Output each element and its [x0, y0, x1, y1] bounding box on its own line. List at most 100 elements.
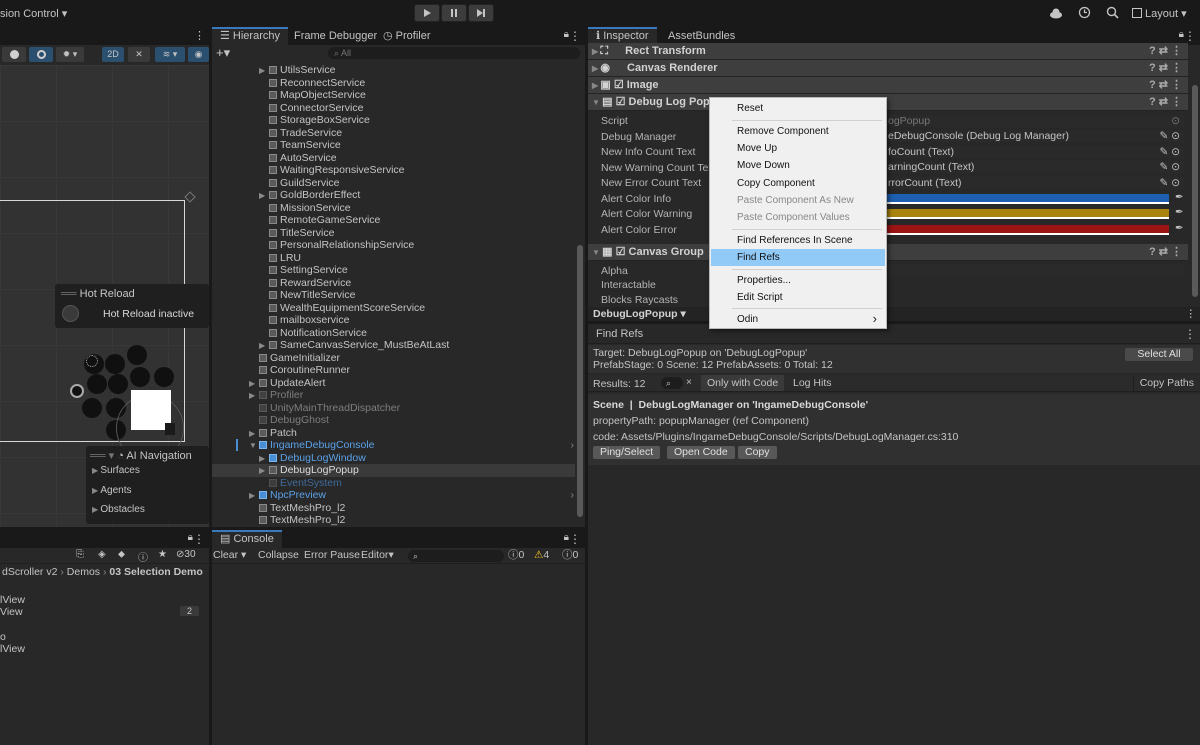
- menu-item-move-up[interactable]: Move Up: [737, 143, 777, 154]
- component-debug-log-popup[interactable]: ▼ ▤ ☑ Debug Log Popup? ⇄ ⋮: [588, 94, 1188, 111]
- hierarchy-item[interactable]: ▶ SameCanvasService_MustBeAtLast: [259, 339, 449, 352]
- warning-count-toggle[interactable]: ⚠4: [534, 548, 549, 563]
- log-count-toggle[interactable]: ⓘ0: [508, 548, 524, 563]
- search-icon[interactable]: [1106, 6, 1119, 19]
- breadcrumb-item[interactable]: dScroller v2: [2, 566, 57, 578]
- eyedropper-icon[interactable]: ✒: [1175, 207, 1183, 218]
- ai-nav-item[interactable]: ▶ Agents: [92, 485, 132, 496]
- visibility-button[interactable]: ◉: [188, 47, 209, 62]
- component-settings-icon[interactable]: ? ⇄ ⋮: [1149, 94, 1182, 111]
- shading-button[interactable]: [2, 47, 26, 62]
- color-field-error[interactable]: [887, 225, 1169, 235]
- star-icon[interactable]: ★: [158, 549, 167, 560]
- editor-dropdown[interactable]: Editor▾: [360, 548, 395, 563]
- hierarchy-item[interactable]: ▶ GoldBorderEffect: [259, 189, 360, 202]
- component-settings-icon[interactable]: ? ⇄ ⋮: [1149, 43, 1182, 60]
- clear-button[interactable]: Clear ▾: [212, 548, 247, 563]
- component-settings-icon[interactable]: ? ⇄ ⋮: [1149, 60, 1182, 77]
- tab-frame-debugger[interactable]: Frame Debugger: [286, 27, 385, 45]
- prop-new-warning-field[interactable]: arningCount (Text) ✎ ⊙: [888, 161, 1184, 173]
- error-pause-toggle[interactable]: Error Pause: [303, 548, 361, 563]
- menu-item-remove-component[interactable]: Remove Component: [737, 126, 829, 137]
- more-icon[interactable]: ⋮: [193, 532, 205, 546]
- object-picker-icon[interactable]: ✎ ⊙: [1159, 146, 1180, 158]
- prop-new-info-field[interactable]: foCount (Text) ✎ ⊙: [888, 146, 1184, 158]
- hierarchy-item[interactable]: NotificationService: [269, 327, 367, 340]
- hierarchy-item-prefab[interactable]: ▶ NpcPreview ›: [249, 489, 574, 502]
- object-picker-icon[interactable]: ✎ ⊙: [1159, 161, 1180, 173]
- hierarchy-item[interactable]: SettingService: [269, 264, 348, 277]
- menu-item-find-refs[interactable]: Find Refs: [737, 252, 780, 263]
- color-field-info[interactable]: [887, 194, 1169, 204]
- hierarchy-item[interactable]: CoroutineRunner: [259, 364, 350, 377]
- clear-search-button[interactable]: ×: [686, 377, 692, 388]
- mode-2d-button[interactable]: 2D: [102, 47, 124, 62]
- hierarchy-item[interactable]: PersonalRelationshipService: [269, 239, 414, 252]
- search-by-type-icon[interactable]: ⎘: [76, 549, 84, 560]
- hierarchy-item[interactable]: LRU: [269, 252, 301, 265]
- ai-nav-item[interactable]: ▶ Obstacles: [92, 504, 145, 515]
- object-picker-icon[interactable]: ✎ ⊙: [1159, 130, 1180, 142]
- only-with-code-toggle[interactable]: Only with Code: [701, 375, 785, 391]
- hierarchy-item-disabled[interactable]: UnityMainThreadDispatcher: [259, 402, 400, 415]
- component-canvas-group[interactable]: ▼ ▦ ☑ Canvas Group? ⇄ ⋮: [588, 244, 1188, 261]
- project-item[interactable]: lView: [0, 643, 25, 655]
- component-settings-icon[interactable]: ? ⇄ ⋮: [1149, 244, 1182, 261]
- results-search[interactable]: ⌕: [661, 377, 683, 389]
- hierarchy-item[interactable]: ▶ UpdateAlert: [249, 377, 325, 390]
- hierarchy-item-prefab[interactable]: ▼ IngameDebugConsole ›: [249, 439, 574, 452]
- prop-debug-manager-field[interactable]: eDebugConsole (Debug Log Manager) ✎ ⊙: [888, 130, 1184, 142]
- version-control-dropdown[interactable]: sion Control ▾: [0, 7, 67, 20]
- menu-item-edit-script[interactable]: Edit Script: [737, 292, 783, 303]
- component-image[interactable]: ▶ ▣ ☑ Image? ⇄ ⋮: [588, 77, 1188, 94]
- hierarchy-item[interactable]: TradeService: [269, 127, 342, 140]
- info-filter-icon[interactable]: ⓘ: [138, 549, 148, 564]
- hidden-count[interactable]: ⊘30: [176, 549, 196, 560]
- chevron-right-icon[interactable]: ›: [571, 439, 575, 452]
- hierarchy-item[interactable]: TextMeshPro_l2: [259, 514, 345, 527]
- hierarchy-item[interactable]: GuildService: [269, 177, 340, 190]
- ai-navigation-title[interactable]: ══ ▾ ◔ AI Navigation: [90, 449, 192, 462]
- hierarchy-item[interactable]: RemoteGameService: [269, 214, 380, 227]
- hierarchy-item[interactable]: RewardService: [269, 277, 351, 290]
- select-all-button[interactable]: Select All: [1125, 348, 1193, 361]
- hierarchy-item[interactable]: GameInitializer: [259, 352, 340, 365]
- menu-item-find-references[interactable]: Find References In Scene: [737, 235, 853, 246]
- layers-dropdown[interactable]: ≋ ▾: [155, 47, 185, 62]
- copy-paths-button[interactable]: Copy Paths: [1132, 375, 1200, 391]
- hierarchy-item[interactable]: ConnectorService: [269, 102, 363, 115]
- component-rect-transform[interactable]: ▶ ⛶ Rect Transform? ⇄ ⋮: [588, 43, 1188, 60]
- menu-item-copy-component[interactable]: Copy Component: [737, 178, 815, 189]
- hierarchy-item[interactable]: ReconnectService: [269, 77, 365, 90]
- hierarchy-item-disabled[interactable]: ▶ Profiler: [249, 389, 303, 402]
- more-icon[interactable]: ⋮: [569, 29, 581, 43]
- hierarchy-item-disabled[interactable]: EventSystem: [269, 477, 342, 490]
- eyedropper-icon[interactable]: ✒: [1175, 223, 1183, 234]
- chevron-right-icon[interactable]: ›: [571, 489, 575, 502]
- copy-button[interactable]: Copy: [738, 446, 777, 459]
- open-code-button[interactable]: Open Code: [667, 446, 735, 459]
- breadcrumb-item[interactable]: Demos: [67, 566, 100, 578]
- component-settings-icon[interactable]: ? ⇄ ⋮: [1149, 77, 1182, 94]
- ping-select-button[interactable]: Ping/Select: [593, 446, 661, 459]
- enabled-checkbox[interactable]: ☑: [616, 246, 629, 258]
- target-icon[interactable]: ⊙: [1171, 115, 1180, 127]
- hierarchy-item[interactable]: StorageBoxService: [269, 114, 370, 127]
- gizmo-dropdown[interactable]: ✹ ▾: [56, 47, 84, 62]
- component-canvas-renderer[interactable]: ▶ ◉ Canvas Renderer? ⇄ ⋮: [588, 60, 1188, 77]
- log-hits-toggle[interactable]: Log Hits: [787, 375, 838, 391]
- more-icon[interactable]: ⋮: [1184, 327, 1196, 341]
- console-search[interactable]: ⌕: [408, 550, 504, 562]
- project-item[interactable]: lView: [0, 594, 25, 606]
- eyedropper-icon[interactable]: ✒: [1175, 192, 1183, 203]
- inspector-footer[interactable]: DebugLogPopup ▾ ⋮: [588, 307, 1200, 321]
- pause-button[interactable]: [441, 4, 467, 22]
- more-icon[interactable]: ⋮: [194, 29, 205, 42]
- enabled-checkbox[interactable]: ☑: [616, 96, 629, 108]
- menu-item-move-down[interactable]: Move Down: [737, 160, 790, 171]
- hierarchy-item[interactable]: WaitingResponsiveService: [269, 164, 405, 177]
- hierarchy-item[interactable]: TeamService: [269, 139, 341, 152]
- add-object-button[interactable]: +▾: [216, 45, 230, 61]
- hierarchy-item[interactable]: mailboxservice: [269, 314, 349, 327]
- tab-hierarchy[interactable]: ☰ Hierarchy: [212, 27, 288, 45]
